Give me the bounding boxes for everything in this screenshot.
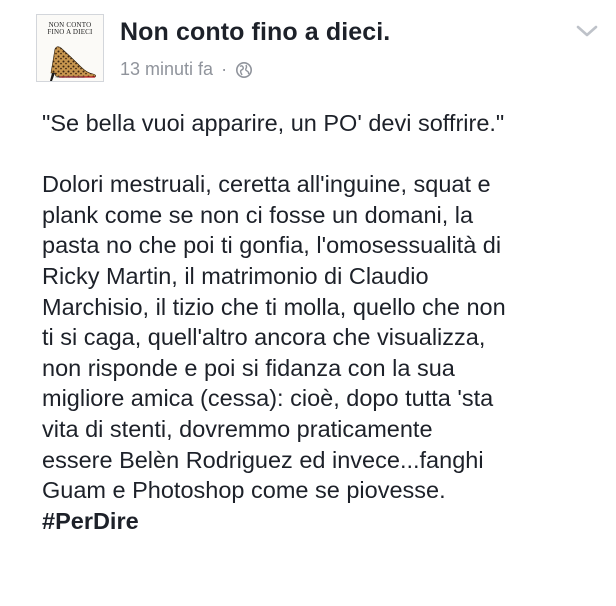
post-message: "Se bella vuoi apparire, un PO' devi sof…: [42, 108, 612, 536]
meta-separator: ·: [221, 59, 228, 79]
post-line: non risponde e poi si fidanza con la sua: [42, 354, 455, 381]
globe-icon: [235, 61, 253, 79]
post-line: essere Belèn Rodriguez ed invece...fangh…: [42, 446, 484, 473]
leopard-shoe-icon: [50, 46, 96, 81]
post-line: migliore amica (cessa): cioè, dopo tutta…: [42, 385, 494, 412]
post-timestamp[interactable]: 13 minuti fa: [120, 59, 213, 80]
post-line: pasta no che poi ti gonfia, l'omosessual…: [42, 232, 502, 259]
post-line: Ricky Martin, il matrimonio di Claudio: [42, 262, 429, 289]
post-line: plank come se non ci fosse un domani, la: [42, 201, 474, 228]
paragraph-break: [42, 139, 612, 170]
page-name-link[interactable]: Non conto fino a dieci.: [120, 18, 390, 47]
avatar-logo-footer: NONCONTOFINOADIECI: [55, 76, 85, 79]
chevron-down-icon[interactable]: [574, 22, 600, 40]
post-quote: "Se bella vuoi apparire, un PO' devi sof…: [42, 110, 505, 136]
hashtag-link[interactable]: #PerDire: [42, 506, 612, 537]
post-line: Marchisio, il tizio che ti molla, quello…: [42, 293, 506, 320]
post-meta: 13 minuti fa ·: [120, 59, 253, 80]
post-line: Guam e Photoshop come se piovesse.: [42, 477, 446, 504]
post-line: ti si caga, quell'altro ancora che visua…: [42, 324, 486, 351]
post-line: vita di stenti, dovremmo praticamente: [42, 415, 433, 442]
facebook-post: NON CONTO FINO A DIECI NONCONTOFINOADIEC…: [0, 0, 616, 606]
post-line: Dolori mestruali, ceretta all'inguine, s…: [42, 171, 491, 198]
page-avatar[interactable]: NON CONTO FINO A DIECI NONCONTOFINOADIEC…: [36, 14, 104, 82]
